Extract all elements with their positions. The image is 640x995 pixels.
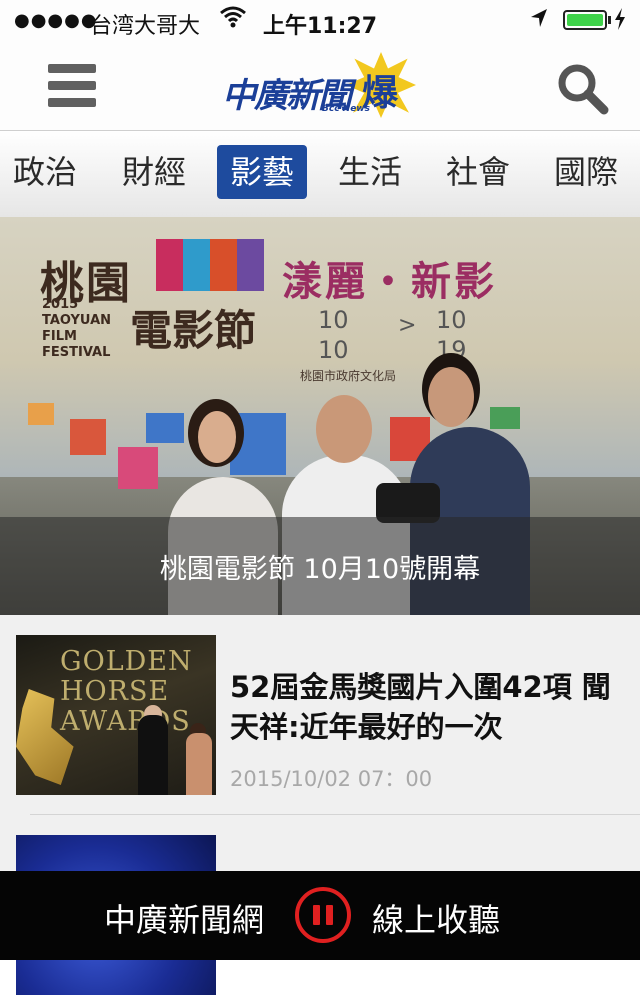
banner-year-block: 2015 TAOYUAN FILM FESTIVAL [42, 297, 111, 361]
status-bar: ●●●●● 台湾大哥大 上午11:27 [0, 0, 640, 44]
tab-politics[interactable]: 政治 [0, 145, 95, 199]
person-right-face [428, 367, 474, 427]
tab-finance[interactable]: 財經 [104, 145, 204, 199]
hamburger-menu-icon[interactable] [46, 60, 98, 112]
battery-icon [563, 10, 607, 30]
thumb-text-line: AWARDS [60, 706, 191, 737]
category-tabs: 政治 財經 影藝 生活 社會 國際 [0, 131, 640, 217]
battery-fill [567, 14, 603, 26]
banner-date-start: 10 10 [318, 305, 349, 365]
banner-date-start-day: 10 [318, 336, 349, 364]
hero-caption[interactable]: 桃園電影節 10月10號開幕 [0, 547, 640, 586]
decor-block [490, 407, 520, 429]
listen-online-label[interactable]: 線上收聽 [372, 895, 500, 941]
thumb-text-line: HORSE [60, 676, 170, 707]
banner-en-1: TAOYUAN [42, 313, 112, 328]
banner-en-3: FESTIVAL [42, 345, 111, 360]
person-left-face [198, 411, 236, 463]
banner-date-arrow: > [398, 313, 417, 338]
tab-society[interactable]: 社會 [428, 145, 528, 199]
thumb-text-line: GOLDEN [60, 646, 193, 677]
list-item[interactable]: GOLDEN HORSE AWARDS 52屆金馬獎國片入圍42項 聞天祥:近年… [0, 615, 640, 815]
person-center-face [316, 395, 372, 463]
decor-block [118, 447, 158, 489]
banner-organizer: 桃園市政府文化局 [300, 369, 397, 383]
article-list: GOLDEN HORSE AWARDS 52屆金馬獎國片入圍42項 聞天祥:近年… [0, 615, 640, 995]
article-title[interactable]: 52屆金馬獎國片入圍42項 聞天祥:近年最好的一次 [230, 667, 630, 747]
radio-player-bar: 中廣新聞網 線上收聽 [0, 871, 640, 960]
decor-block [70, 419, 106, 455]
app-logo: 中廣新聞 爆 Bcc News [222, 50, 418, 122]
search-icon[interactable] [552, 58, 612, 118]
banner-colour-logo [156, 239, 264, 291]
banner-slogan: 漾麗・新影 [282, 259, 497, 305]
station-name: 中廣新聞網 [104, 901, 265, 939]
banner-en-2: FILM [42, 329, 77, 344]
pause-button[interactable] [295, 887, 351, 943]
logo-subtext: Bcc News [322, 104, 370, 114]
article-date: 2015/10/02 07：00 [230, 767, 433, 791]
hero-story[interactable]: 桃園 漾麗・新影 2015 TAOYUAN FILM FESTIVAL 電影節 … [0, 217, 640, 615]
tab-international[interactable]: 國際 [536, 145, 636, 199]
thumbnail-golden-horse-text: GOLDEN HORSE AWARDS [60, 647, 193, 737]
banner-year: 2015 [42, 297, 79, 312]
banner-date-end-month: 10 [436, 306, 467, 334]
presenter-body [138, 715, 168, 795]
decor-block [146, 413, 184, 443]
nav-bar: 中廣新聞 爆 Bcc News [0, 44, 640, 131]
location-arrow-icon [530, 8, 548, 33]
list-item[interactable] [0, 815, 640, 995]
article-thumbnail: GOLDEN HORSE AWARDS [16, 635, 216, 795]
tab-entertainment[interactable]: 影藝 [217, 145, 307, 199]
presenter-body [186, 733, 212, 795]
decor-block [28, 403, 54, 425]
banner-festival: 電影節 [130, 306, 257, 355]
battery-tip [608, 16, 611, 24]
tab-life[interactable]: 生活 [320, 145, 420, 199]
charging-bolt-icon [614, 8, 626, 35]
banner-date-start-month: 10 [318, 306, 349, 334]
